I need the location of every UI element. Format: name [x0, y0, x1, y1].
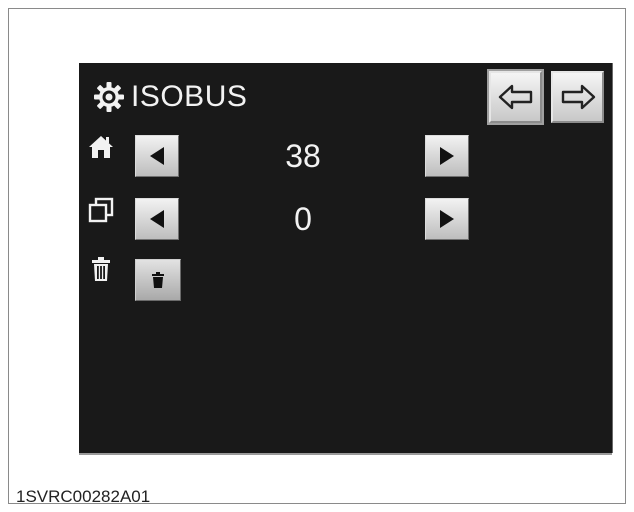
- arrow-left-outline-icon: [498, 84, 532, 110]
- trash-icon: [87, 255, 115, 283]
- arrow-right-outline-icon: [561, 84, 595, 110]
- forward-button[interactable]: [551, 71, 604, 123]
- delete-button[interactable]: [135, 259, 181, 301]
- arrow-left-icon: [150, 147, 164, 165]
- figure-caption: 1SVRC00282A01: [16, 487, 151, 506]
- decrement-button-2[interactable]: [135, 198, 179, 240]
- terminal-screen: ISOBUS 38 0: [79, 63, 612, 453]
- decrement-button-1[interactable]: [135, 135, 179, 177]
- page-title: ISOBUS: [131, 80, 248, 113]
- home-icon: [87, 133, 115, 161]
- trash-icon: [152, 272, 164, 288]
- gear-icon: [94, 82, 124, 112]
- increment-button-2[interactable]: [425, 198, 469, 240]
- arrow-right-icon: [440, 210, 454, 228]
- back-button[interactable]: [487, 69, 544, 125]
- copy-icon: [87, 196, 115, 224]
- increment-button-1[interactable]: [425, 135, 469, 177]
- value-display-1: 38: [285, 138, 321, 174]
- arrow-left-icon: [150, 210, 164, 228]
- header: ISOBUS: [93, 79, 247, 115]
- value-display-2: 0: [294, 201, 312, 237]
- arrow-right-icon: [440, 147, 454, 165]
